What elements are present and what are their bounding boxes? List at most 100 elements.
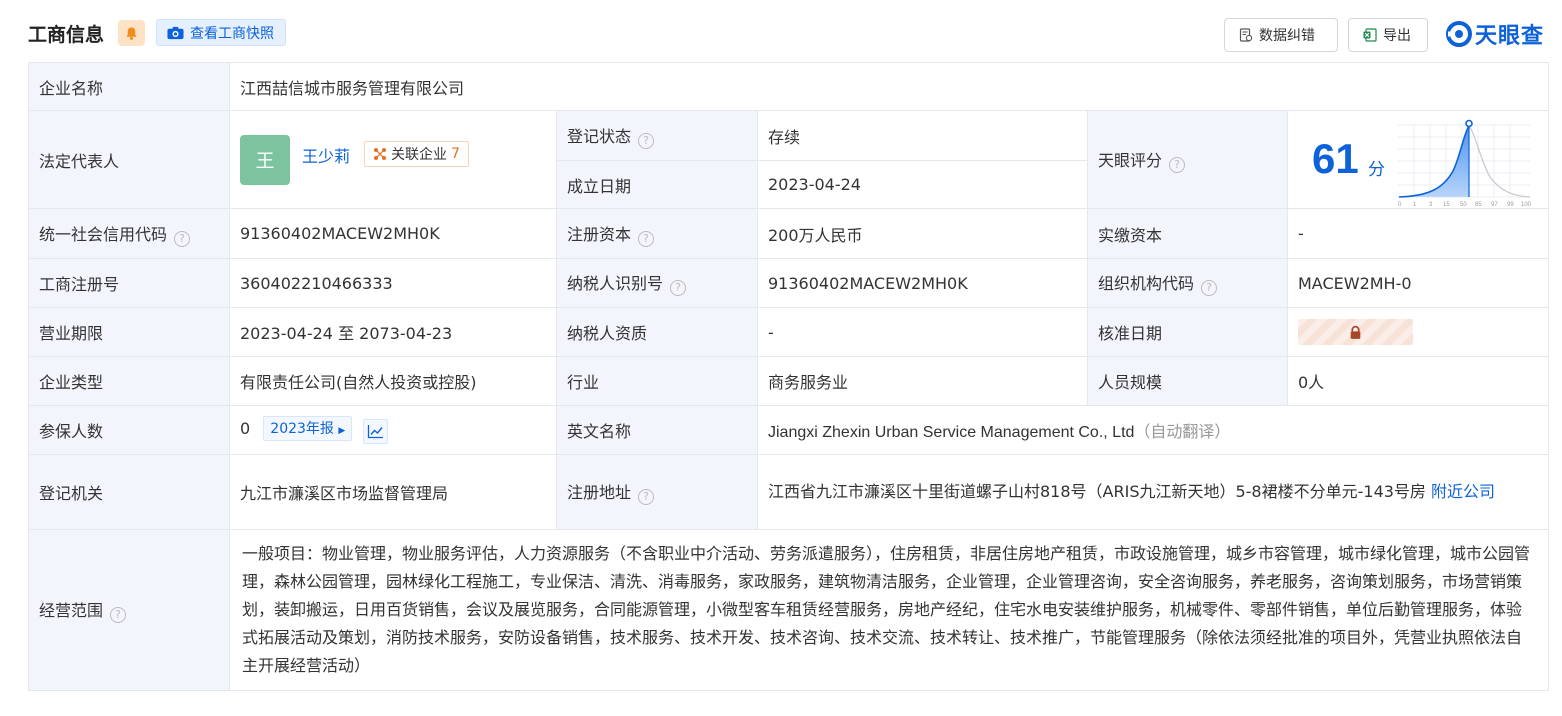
business-info-table: 企业名称 江西喆信城市服务管理有限公司 法定代表人 王 王少莉 关联企业 7 登… [28, 62, 1550, 691]
section-title: 工商信息 [28, 24, 105, 46]
help-icon[interactable]: ? [174, 230, 191, 247]
nearby-companies-link[interactable]: 附近公司 [1431, 482, 1495, 501]
tianyancha-logo-icon [1446, 21, 1472, 47]
reg-capital-label: 注册资本 [567, 224, 632, 244]
table-row: 参保人数 0 2023年报 ▶ 英文名称 Jiangxi Zhexin Urba… [28, 405, 1550, 455]
credit-code-label: 统一社会信用代码 [39, 224, 168, 244]
org-code-value: MACEW2MH-0 [1286, 258, 1550, 308]
trend-chart-button[interactable] [363, 419, 389, 444]
brand-name: 天眼查 [1475, 24, 1545, 49]
tick-label: 15 [1443, 202, 1450, 207]
excel-icon [1363, 28, 1377, 42]
table-row: 登记机关 九江市濂溪区市场监督管理局 注册地址? 江西省九江市濂溪区十里街道螺子… [28, 454, 1550, 530]
taxpayer-id-label-cell: 纳税人识别号? [556, 258, 758, 308]
table-row: 统一社会信用代码? 91360402MACEW2MH0K 注册资本? 200万人… [28, 208, 1550, 259]
score-cell[interactable]: 61 分 0 1 3 15 50 85 97 99 100 [1286, 110, 1550, 209]
insured-value: 0 [240, 419, 251, 438]
paid-capital-label: 实缴资本 [1087, 208, 1288, 259]
avatar[interactable]: 王 [240, 134, 290, 185]
legal-rep-name-link[interactable]: 王少莉 [302, 143, 350, 167]
table-row: 工商注册号 360402210466333 纳税人识别号? 91360402MA… [28, 258, 1550, 308]
english-name-cell: Jiangxi Zhexin Urban Service Management … [756, 405, 1550, 455]
score-label-cell: 天眼评分? [1087, 110, 1288, 209]
taxpayer-id-label: 纳税人识别号 [567, 274, 664, 293]
document-edit-icon [1239, 28, 1253, 42]
table-row: 法定代表人 王 王少莉 关联企业 7 登记状态? 存续 天眼评分? 61 分 0… [28, 110, 1550, 209]
company-type-value: 有限责任公司(自然人投资或控股) [229, 356, 557, 406]
company-name-label: 企业名称 [28, 62, 230, 111]
business-scope-label: 经营范围 [39, 601, 104, 620]
help-icon[interactable]: ? [638, 489, 655, 505]
credit-code-label-cell: 统一社会信用代码? [28, 208, 230, 259]
insured-label: 参保人数 [28, 405, 230, 455]
reg-capital-value: 200万人民币 [757, 208, 1088, 259]
annual-report-tag[interactable]: 2023年报 ▶ [263, 416, 353, 441]
reg-status-label: 登记状态 [567, 126, 632, 146]
tick-label: 100 [1521, 202, 1532, 207]
industry-label: 行业 [556, 356, 758, 406]
score-value: 61 [1312, 135, 1359, 182]
score-label: 天眼评分 [1098, 150, 1163, 170]
staff-size-value: 0人 [1286, 356, 1550, 406]
export-button[interactable]: 导出 [1348, 18, 1428, 52]
org-code-label: 组织机构代码 [1098, 274, 1195, 293]
follow-bell-button[interactable] [118, 20, 145, 46]
reg-address-label-cell: 注册地址? [556, 454, 758, 530]
data-correction-button[interactable]: 数据纠错 [1224, 18, 1338, 52]
taxpayer-qual-label: 纳税人资质 [556, 307, 758, 357]
help-icon[interactable]: ? [638, 132, 655, 149]
export-label: 导出 [1383, 28, 1411, 44]
taxpayer-id-value: 91360402MACEW2MH0K [757, 258, 1088, 308]
paid-capital-value: - [1286, 208, 1550, 259]
company-name-value: 江西喆信城市服务管理有限公司 [228, 62, 1550, 111]
business-term-label: 营业期限 [28, 307, 230, 357]
legal-rep-label: 法定代表人 [28, 110, 230, 209]
legal-rep-cell: 王 王少莉 关联企业 7 [229, 110, 557, 209]
tick-label: 0 [1398, 202, 1402, 207]
taxpayer-qual-value: - [757, 307, 1088, 357]
tick-label: 3 [1429, 202, 1433, 207]
help-icon[interactable]: ? [1169, 156, 1186, 173]
company-type-label: 企业类型 [28, 356, 230, 406]
camera-icon [167, 26, 184, 39]
business-term-value: 2023-04-24 至 2073-04-23 [229, 307, 557, 357]
approval-date-label: 核准日期 [1087, 307, 1288, 357]
related-companies-label: 关联企业 [391, 146, 448, 163]
reg-status-label-cell: 登记状态? [556, 110, 758, 161]
related-companies-tag[interactable]: 关联企业 7 [364, 140, 469, 167]
tick-label: 85 [1475, 202, 1482, 207]
help-icon[interactable]: ? [110, 607, 127, 623]
org-code-label-cell: 组织机构代码? [1087, 258, 1288, 308]
reg-authority-value: 九江市濂溪区市场监督管理局 [229, 454, 557, 530]
reg-number-value: 360402210466333 [229, 258, 557, 308]
english-name-label: 英文名称 [556, 405, 758, 455]
found-date-label: 成立日期 [556, 160, 758, 209]
reg-address-value: 江西省九江市濂溪区十里街道螺子山村818号（ARIS九江新天地）5-8裙楼不分单… [768, 482, 1426, 501]
table-row: 企业名称 江西喆信城市服务管理有限公司 [28, 62, 1550, 111]
tick-label: 50 [1460, 202, 1467, 207]
reg-authority-label: 登记机关 [28, 454, 230, 530]
reg-address-cell: 江西省九江市濂溪区十里街道螺子山村818号（ARIS九江新天地）5-8裙楼不分单… [756, 454, 1550, 530]
reg-number-label: 工商注册号 [28, 258, 230, 308]
help-icon[interactable]: ? [638, 230, 655, 247]
locked-value-button[interactable] [1298, 319, 1413, 345]
related-companies-count: 7 [451, 145, 460, 162]
table-row: 企业类型 有限责任公司(自然人投资或控股) 行业 商务服务业 人员规模 0人 [28, 356, 1550, 406]
lock-icon [1350, 325, 1361, 339]
help-icon[interactable]: ? [670, 280, 687, 296]
reg-capital-label-cell: 注册资本? [556, 208, 758, 259]
reg-status-value: 存续 [757, 110, 1088, 161]
tick-label: 97 [1491, 202, 1498, 207]
annual-report-label: 2023年报 [270, 421, 334, 437]
tick-label: 99 [1507, 202, 1514, 207]
brand-logo[interactable]: 天眼查 [1446, 18, 1544, 50]
found-date-value: 2023-04-24 [757, 160, 1088, 209]
staff-size-label: 人员规模 [1087, 356, 1288, 406]
view-snapshot-button[interactable]: 查看工商快照 [156, 19, 286, 46]
business-scope-value: 一般项目：物业管理，物业服务评估，人力资源服务（不含职业中介活动、劳务派遣服务）… [228, 529, 1550, 691]
credit-code-value: 91360402MACEW2MH0K [229, 208, 557, 259]
snapshot-label: 查看工商快照 [190, 25, 274, 42]
section-header: 工商信息 查看工商快照 数据纠错 导出 天眼查 [0, 0, 1562, 64]
line-chart-icon [368, 425, 384, 439]
help-icon[interactable]: ? [1201, 280, 1218, 296]
